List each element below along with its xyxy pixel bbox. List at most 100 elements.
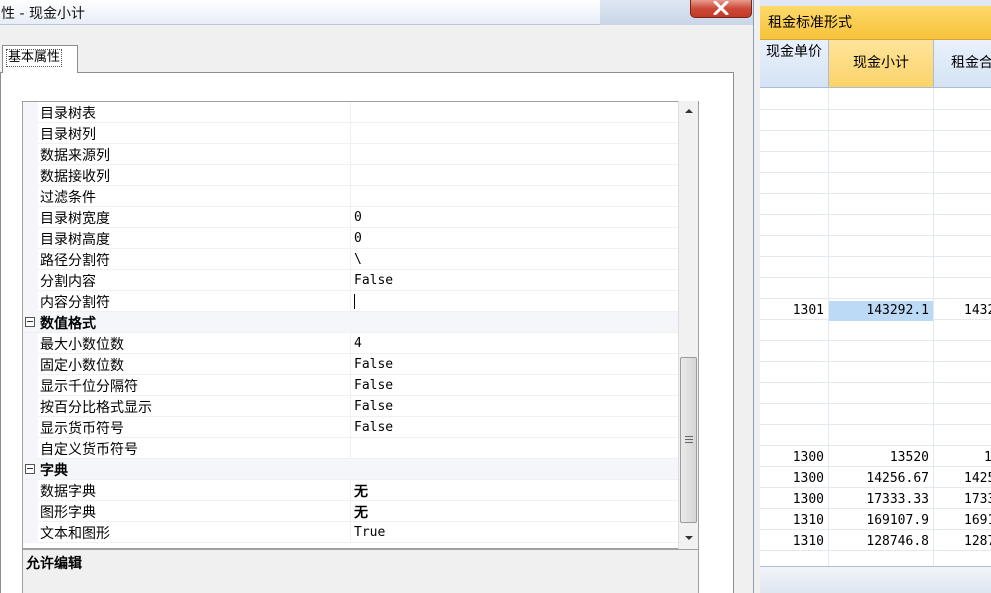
- grid-cell[interactable]: 1: [934, 448, 991, 468]
- property-value[interactable]: 0: [354, 231, 362, 246]
- property-category[interactable]: 字典: [23, 459, 678, 480]
- background-grid-window: 租金标准形式 现金单价 现金小计 租金合 1301 143292.1 1432 …: [760, 0, 991, 593]
- tab-basic-properties-label: 基本属性: [6, 49, 63, 67]
- property-dialog: 属性 - 现金小计 基本属性 目录树表目录树列数据来源列数据接收列过滤条件目录树…: [0, 0, 754, 593]
- property-row[interactable]: 目录树宽度 0: [23, 207, 678, 228]
- description-title: 允许编辑: [26, 556, 82, 572]
- property-row[interactable]: 过滤条件: [23, 186, 678, 207]
- property-value[interactable]: 4: [354, 336, 362, 351]
- row-divider: [760, 340, 991, 341]
- row-gutter: [23, 207, 38, 228]
- property-row[interactable]: 数据来源列: [23, 144, 678, 165]
- grid-cell[interactable]: 1287: [934, 532, 991, 552]
- property-name: 路径分割符: [40, 253, 110, 269]
- grid-cell[interactable]: 1733: [934, 490, 991, 510]
- column-separator: [350, 165, 351, 186]
- row-gutter: [23, 249, 38, 270]
- property-row[interactable]: 按百分比格式显示 False: [23, 396, 678, 417]
- grid-cell[interactable]: 1300: [760, 490, 828, 510]
- grid-cell[interactable]: 169107.9: [829, 511, 933, 531]
- property-row[interactable]: 文本和图形 True: [23, 522, 678, 543]
- column-separator: [350, 207, 351, 228]
- column-separator: [350, 396, 351, 417]
- property-value[interactable]: False: [354, 399, 393, 414]
- grid-cell[interactable]: 1301: [760, 301, 828, 321]
- grid-cell-selected[interactable]: 143292.1: [829, 301, 933, 321]
- grid-horizontal-scrollbar[interactable]: [760, 566, 991, 593]
- row-divider: [760, 277, 991, 278]
- property-value[interactable]: 无: [354, 481, 368, 501]
- grid-cell[interactable]: 14256.67: [829, 469, 933, 489]
- property-row[interactable]: 数据接收列: [23, 165, 678, 186]
- grid-cell[interactable]: 1300: [760, 448, 828, 468]
- row-divider: [760, 382, 991, 383]
- grid-cell[interactable]: 1691: [934, 511, 991, 531]
- column-header-cash-subtotal[interactable]: 现金小计: [829, 40, 934, 88]
- row-gutter: [23, 270, 38, 291]
- property-row[interactable]: 分割内容 False: [23, 270, 678, 291]
- grid-caption: 租金标准形式: [760, 6, 991, 40]
- property-value[interactable]: False: [354, 378, 393, 393]
- property-row[interactable]: 路径分割符 \: [23, 249, 678, 270]
- property-grid-scrollbar[interactable]: [678, 101, 698, 549]
- row-divider: [760, 298, 991, 299]
- scroll-down-arrow-icon[interactable]: [679, 529, 699, 546]
- property-value[interactable]: \: [354, 252, 362, 267]
- grid-cell[interactable]: 13520: [829, 448, 933, 468]
- row-divider: [760, 172, 991, 173]
- property-row[interactable]: 最大小数位数 4: [23, 333, 678, 354]
- grid-cell[interactable]: 128746.8: [829, 532, 933, 552]
- column-header-rent-total[interactable]: 租金合: [934, 40, 991, 88]
- property-name: 目录树表: [40, 106, 96, 122]
- property-value[interactable]: 无: [354, 502, 368, 522]
- description-panel: 允许编辑: [22, 549, 699, 593]
- property-name: 数据接收列: [40, 169, 110, 185]
- row-gutter: [23, 291, 38, 312]
- property-name: 目录树列: [40, 127, 96, 143]
- column-separator: [350, 228, 351, 249]
- row-gutter: [23, 333, 38, 354]
- grid-cell[interactable]: 1425: [934, 469, 991, 489]
- property-value[interactable]: False: [354, 357, 393, 372]
- property-value[interactable]: False: [354, 273, 393, 288]
- property-row[interactable]: 图形字典 无: [23, 501, 678, 522]
- property-row[interactable]: 数据字典 无: [23, 480, 678, 501]
- title-bar[interactable]: 属性 - 现金小计: [0, 0, 753, 25]
- property-row[interactable]: 目录树高度 0: [23, 228, 678, 249]
- property-row[interactable]: 目录树表: [23, 102, 678, 123]
- property-value[interactable]: 0: [354, 210, 362, 225]
- property-name: 固定小数位数: [40, 358, 124, 374]
- property-row[interactable]: 固定小数位数 False: [23, 354, 678, 375]
- grid-cell[interactable]: 1310: [760, 511, 828, 531]
- column-separator: [350, 501, 351, 522]
- grid-cell[interactable]: 1300: [760, 469, 828, 489]
- property-row[interactable]: 自定义货币符号: [23, 438, 678, 459]
- property-row[interactable]: 显示货币符号 False: [23, 417, 678, 438]
- row-gutter: [23, 480, 38, 501]
- column-separator: [350, 438, 351, 459]
- column-header-cash-unit-price[interactable]: 现金单价: [760, 40, 829, 88]
- text-caret: [354, 294, 355, 309]
- grid-cell[interactable]: 1432: [934, 301, 991, 321]
- property-category[interactable]: 数值格式: [23, 312, 678, 333]
- property-name: 数据来源列: [40, 148, 110, 164]
- scrollbar-thumb[interactable]: [680, 357, 697, 523]
- property-name: 显示千位分隔符: [40, 379, 138, 395]
- property-row[interactable]: 内容分割符: [23, 291, 678, 312]
- collapse-icon[interactable]: [25, 317, 35, 327]
- property-value[interactable]: True: [354, 525, 385, 540]
- close-button[interactable]: [690, 0, 752, 18]
- column-separator: [350, 291, 351, 312]
- row-gutter: [23, 186, 38, 207]
- row-divider: [760, 424, 991, 425]
- grid-cell[interactable]: 1310: [760, 532, 828, 552]
- property-row[interactable]: 显示千位分隔符 False: [23, 375, 678, 396]
- scroll-up-arrow-icon[interactable]: [679, 103, 699, 120]
- property-value[interactable]: [354, 294, 355, 310]
- tab-basic-properties[interactable]: 基本属性: [2, 45, 78, 73]
- grid-cell[interactable]: 17333.33: [829, 490, 933, 510]
- property-value[interactable]: False: [354, 420, 393, 435]
- property-row[interactable]: 目录树列: [23, 123, 678, 144]
- collapse-icon[interactable]: [25, 464, 35, 474]
- row-gutter: [23, 165, 38, 186]
